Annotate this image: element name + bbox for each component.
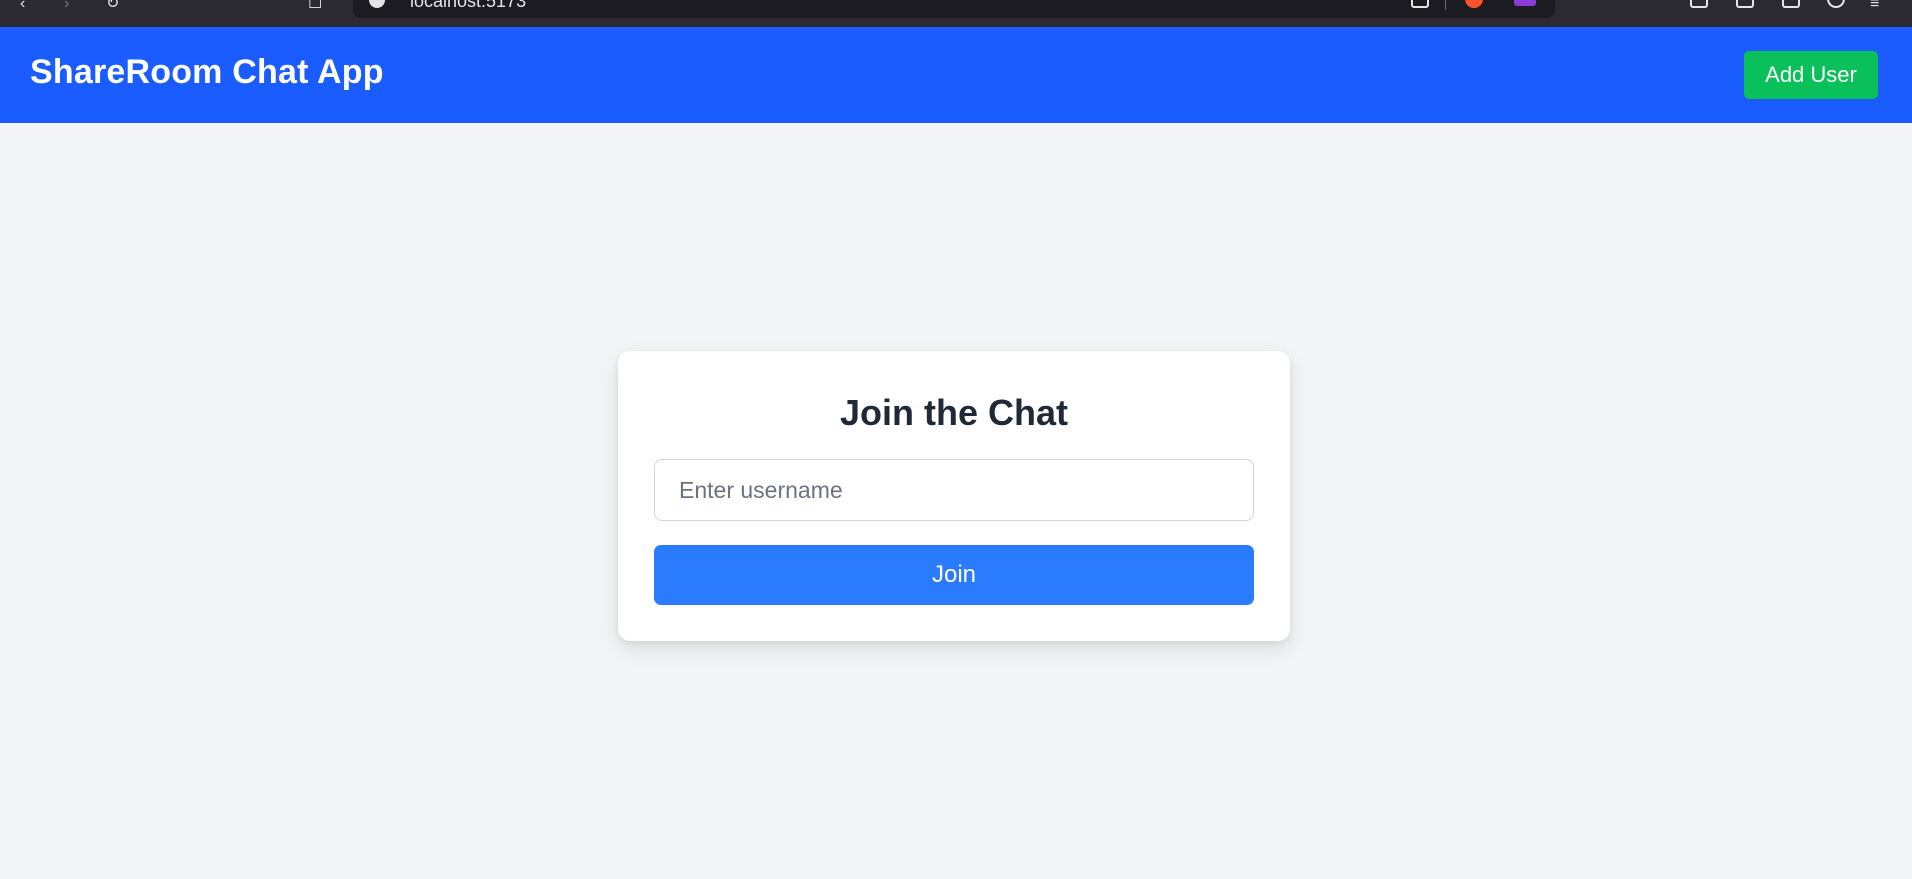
username-input[interactable] [654,459,1254,521]
reload-icon[interactable]: ↻ [106,0,124,10]
extensions-icon[interactable] [1690,0,1708,8]
leo-icon[interactable] [1782,0,1800,8]
join-card-title: Join the Chat [839,392,1068,433]
add-user-button[interactable]: Add User [1744,51,1878,99]
join-button[interactable]: Join [654,545,1254,605]
reader-mode-icon[interactable] [1411,0,1429,8]
site-info-icon[interactable] [369,0,385,8]
address-bar-url[interactable]: localhost:5173 [410,0,526,12]
forward-icon[interactable]: › [64,0,82,10]
address-bar[interactable]: localhost:5173 [353,0,1555,18]
downloads-icon[interactable] [1736,0,1754,8]
toolbar-divider [1445,0,1446,10]
profile-icon[interactable] [1514,0,1536,6]
app-header: ShareRoom Chat App Add User [0,27,1912,123]
vpn-icon[interactable] [1827,0,1845,8]
join-card: Join the Chat Join [618,351,1290,641]
back-icon[interactable]: ‹ [20,0,38,10]
menu-icon[interactable]: ≡ [1870,0,1894,10]
browser-toolbar: ‹ › ↻ ☐ localhost:5173 ≡ [0,0,1912,27]
app-title: ShareRoom Chat App [30,53,384,91]
bookmark-icon[interactable]: ☐ [308,0,326,10]
